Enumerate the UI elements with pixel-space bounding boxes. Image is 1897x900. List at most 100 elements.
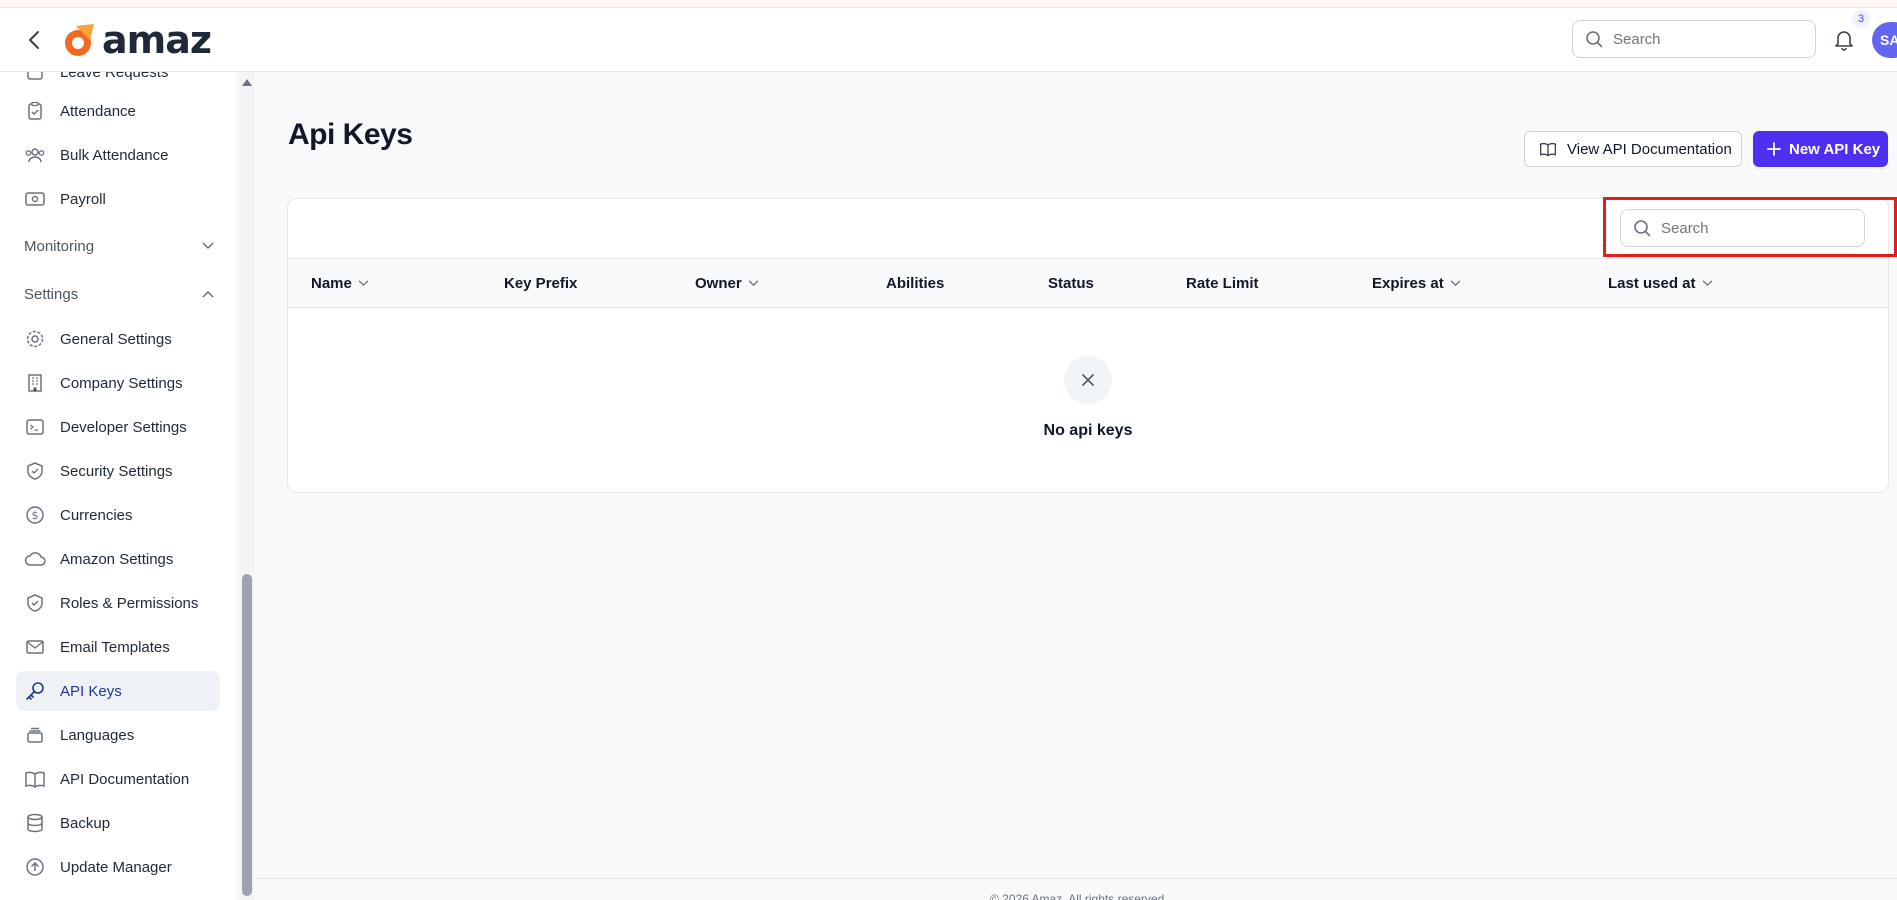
mail-icon <box>24 636 46 658</box>
triangle-up-icon <box>242 79 252 86</box>
key-icon <box>24 680 46 702</box>
sidebar-item-leave-requests[interactable]: Leave Requests <box>16 72 220 92</box>
sidebar-item-label: Amazon Settings <box>60 550 174 568</box>
sidebar-item-label: Currencies <box>60 506 133 524</box>
close-icon <box>1082 374 1094 386</box>
sidebar-item-label: Email Templates <box>60 638 170 656</box>
column-label: Status <box>1048 274 1094 292</box>
sidebar-item-label: Leave Requests <box>60 72 169 81</box>
button-label: View API Documentation <box>1567 140 1732 158</box>
database-icon <box>24 812 46 834</box>
back-button[interactable] <box>20 26 48 54</box>
view-api-documentation-button[interactable]: View API Documentation <box>1524 131 1742 167</box>
user-avatar[interactable]: SA <box>1872 22 1897 58</box>
column-header-last-used-at[interactable]: Last used at <box>1608 259 1713 307</box>
new-api-key-button[interactable]: New API Key <box>1753 131 1888 167</box>
sidebar-item-label: API Keys <box>60 682 122 700</box>
shield-icon <box>24 460 46 482</box>
dollar-icon: $ <box>24 504 46 526</box>
sidebar-item-label: Backup <box>60 814 111 832</box>
column-label: Owner <box>695 274 742 292</box>
search-icon <box>1586 31 1603 48</box>
sidebar-item-api-keys[interactable]: API Keys <box>16 671 220 711</box>
top-stripe <box>0 0 1897 8</box>
section-label: Settings <box>24 285 79 303</box>
highlight-box <box>1603 197 1897 257</box>
sidebar-item-attendance[interactable]: Attendance <box>16 91 220 131</box>
chevron-down-icon <box>748 279 759 286</box>
sidebar-item-languages[interactable]: Languages <box>16 715 220 755</box>
sidebar-item-label: Languages <box>60 726 135 744</box>
sidebar-item-email-templates[interactable]: Email Templates <box>16 627 220 667</box>
building-icon <box>24 372 46 394</box>
banknote-icon <box>24 188 46 210</box>
calendar-icon <box>24 72 46 83</box>
sidebar-item-security-settings[interactable]: Security Settings <box>16 451 220 491</box>
column-label: Key Prefix <box>504 274 578 292</box>
layers-icon <box>24 724 46 746</box>
chevron-down-icon <box>1702 279 1712 286</box>
sidebar-item-label: API Documentation <box>60 770 190 788</box>
sidebar-item-amazon-settings[interactable]: Amazon Settings <box>16 539 220 579</box>
chevron-left-icon <box>29 31 39 49</box>
svg-text:$: $ <box>32 509 39 522</box>
sidebar-item-update-manager[interactable]: Update Manager <box>16 847 220 887</box>
global-search-input[interactable] <box>1613 30 1793 48</box>
sidebar-item-developer-settings[interactable]: Developer Settings <box>16 407 220 447</box>
column-header-name[interactable]: Name <box>311 259 369 307</box>
sidebar-item-company-settings[interactable]: Company Settings <box>16 363 220 403</box>
column-header-expires-at[interactable]: Expires at <box>1372 259 1461 307</box>
sidebar-item-label: Payroll <box>60 190 106 208</box>
page-title: Api Keys <box>288 118 413 151</box>
sidebar-item-label: Attendance <box>60 102 136 120</box>
terminal-icon <box>24 416 46 438</box>
chevron-down-icon <box>1450 279 1461 286</box>
column-label: Last used at <box>1608 274 1696 292</box>
sidebar-item-label: Company Settings <box>60 374 183 392</box>
sidebar-item-label: Update Manager <box>60 858 172 876</box>
sidebar-item-api-documentation[interactable]: API Documentation <box>16 759 220 799</box>
column-header-rate-limit: Rate Limit <box>1186 259 1259 307</box>
table-header: Name Key Prefix Owner Abilities Status R… <box>288 258 1888 308</box>
sidebar-item-payroll[interactable]: Payroll <box>16 179 220 219</box>
gear-icon <box>24 328 46 350</box>
users-icon <box>24 144 46 166</box>
sidebar-section-monitoring[interactable]: Monitoring <box>24 231 214 261</box>
logo-text: amaz <box>102 18 212 62</box>
sidebar-item-currencies[interactable]: $ Currencies <box>16 495 220 535</box>
sidebar-item-label: Security Settings <box>60 462 173 480</box>
sidebar-item-label: General Settings <box>60 330 172 348</box>
chevron-down-icon <box>358 279 369 286</box>
cloud-icon <box>24 548 46 570</box>
section-label: Monitoring <box>24 237 95 255</box>
chevron-down-icon <box>202 242 214 250</box>
sidebar-item-general-settings[interactable]: General Settings <box>16 319 220 359</box>
empty-state-icon <box>1064 356 1112 404</box>
notifications-button[interactable] <box>1830 26 1858 54</box>
sidebar-section-settings[interactable]: Settings <box>24 279 214 309</box>
logo-mark-icon <box>65 24 94 56</box>
column-label: Name <box>311 274 352 292</box>
sidebar-item-bulk-attendance[interactable]: Bulk Attendance <box>16 135 220 175</box>
chevron-up-icon <box>202 290 214 298</box>
column-header-key-prefix: Key Prefix <box>504 259 577 307</box>
empty-state-text: No api keys <box>1043 422 1133 439</box>
book-icon <box>1539 142 1557 157</box>
sidebar-item-roles-permissions[interactable]: Roles & Permissions <box>16 583 220 623</box>
sidebar-item-label: Roles & Permissions <box>60 594 199 612</box>
sidebar-item-label: Bulk Attendance <box>60 146 169 164</box>
column-label: Expires at <box>1372 274 1444 292</box>
bell-icon <box>1835 31 1853 51</box>
button-label: New API Key <box>1789 140 1881 158</box>
sidebar-item-label: Developer Settings <box>60 418 187 436</box>
sidebar-item-backup[interactable]: Backup <box>16 803 220 843</box>
notification-badge: 3 <box>1852 10 1870 28</box>
global-search[interactable] <box>1572 20 1816 58</box>
column-header-abilities: Abilities <box>886 259 944 307</box>
scroll-up-arrow[interactable] <box>240 76 254 88</box>
sidebar-scroll-thumb[interactable] <box>242 574 252 896</box>
column-header-owner[interactable]: Owner <box>695 259 759 307</box>
app-logo[interactable]: amaz <box>62 18 212 62</box>
arrow-up-circle-icon <box>24 856 46 878</box>
top-bar: amaz SA <box>0 8 1897 72</box>
